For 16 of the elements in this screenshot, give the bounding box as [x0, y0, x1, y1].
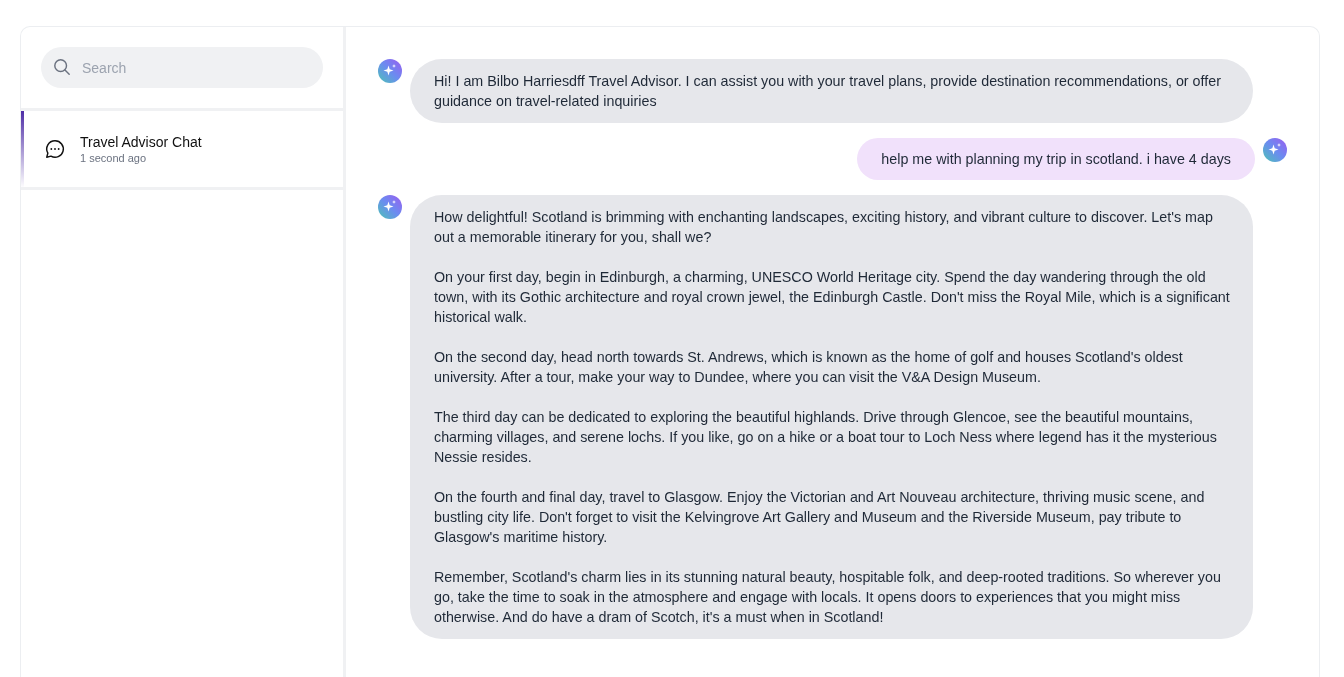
sparkle-avatar-icon [378, 59, 402, 83]
message-text: On the second day, head north towards St. Andrews, which is known as the home of golf and houses Scotland's oldest university. After a tour, make your way to Dundee, where you can visit the V&A Design Museum. [434, 348, 1184, 387]
speech-bubble-icon [44, 138, 66, 160]
sparkle-avatar-icon [1263, 138, 1287, 162]
sparkle-avatar-icon [378, 195, 402, 219]
message-text: On the fourth and final day, travel to Glasgow. Enjoy the Victorian and Art Nouveau architecture, thriving music scene, and bustling city life. Don't forget to visit the Kelvingrove Art Gallery and Museum and the Riverside Museum, pay tribute to Glasgow's maritime history. [434, 488, 1206, 547]
message-text: Remember, Scotland's charm lies in its stunning natural beauty, hospitable folk, and deep-rooted traditions. So wherever you go, take the time to soak in the atmosphere and engage with locals. It opens doors to experiences that you might miss otherwise. And do have a dram of Scotch, it's a must when in Scotland! [434, 568, 1222, 627]
chat-title: Travel Advisor Chat [80, 134, 202, 150]
message-text: Hi! I am Bilbo Harriesdff Travel Advisor. I can assist you with your travel plans, provide destination recommendations, or offer guidance on travel-related inquiries [434, 72, 1222, 111]
message-text: How delightful! Scotland is brimming with enchanting landscapes, exciting history, and vibrant culture to discover. Let's map out a memorable itinerary for you, shall we? [434, 208, 1214, 247]
message-text: help me with planning my trip in scotland. i have 4 days [881, 150, 1231, 169]
search-field[interactable]: Search [41, 47, 323, 88]
message-text: On your first day, begin in Edinburgh, a charming, UNESCO World Heritage city. Spend the day wandering through the old town, with its Gothic architecture and royal crown jewel, the Edinburgh Castle. Don't miss the Royal Mile, which is a significant historical walk. [434, 268, 1231, 327]
message-text: The third day can be dedicated to exploring the beautiful highlands. Drive through Glencoe, see the beautiful mountains, charming villages, and serene lochs. If you like, go on a hike or a boat tour to Loch Ness where legend has it the mysterious Nessie resides. [434, 408, 1218, 467]
chat-time: 1 second ago [80, 152, 148, 164]
chat-item[interactable]: Travel Advisor Chat 1 second ago [21, 111, 343, 187]
